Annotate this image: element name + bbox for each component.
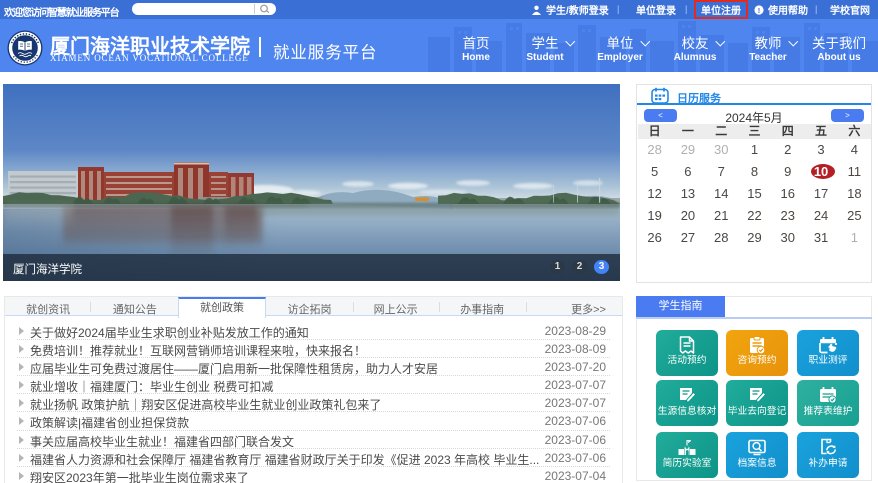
svg-text:!: ! [758, 5, 761, 14]
